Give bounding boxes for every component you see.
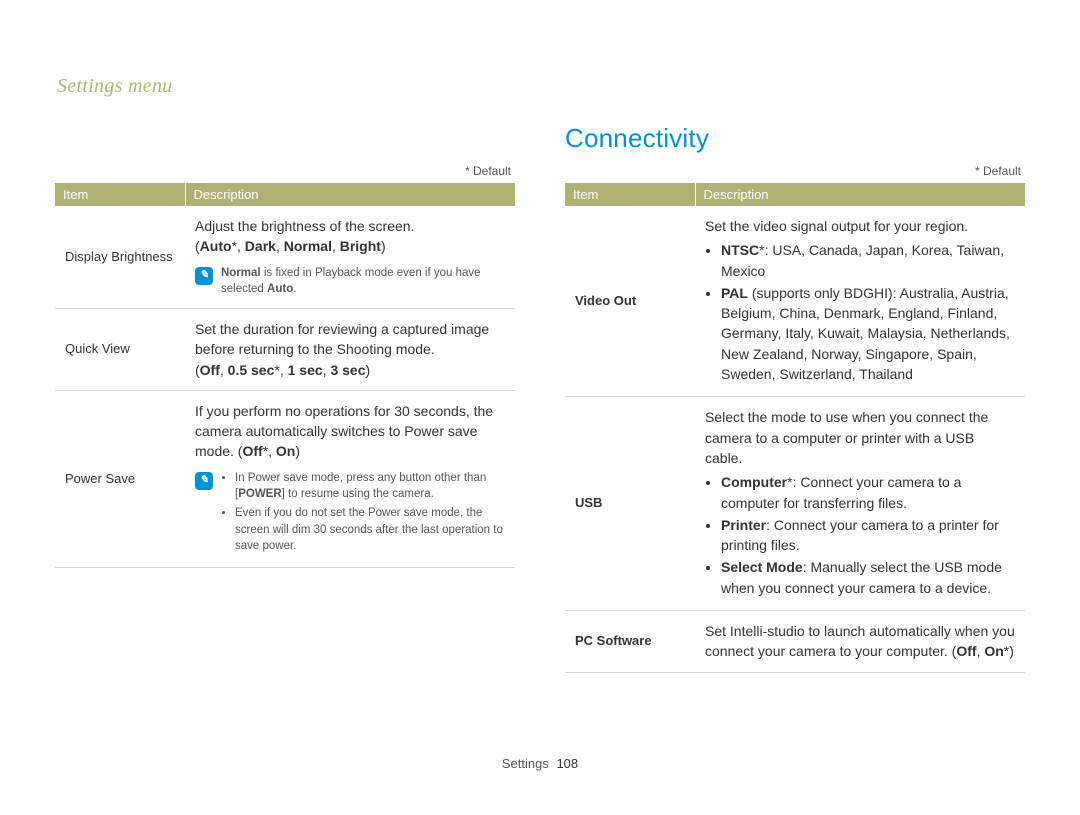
section-title: Connectivity [565,123,1025,154]
footer-page-number: 108 [556,756,578,771]
row-item: Quick View [55,308,185,390]
row-description: If you perform no operations for 30 seco… [185,390,515,567]
row-description: Set Intelli-studio to launch automatical… [695,611,1025,673]
note-text: In Power save mode, press any button oth… [221,470,505,557]
row-description: Adjust the brightness of the screen.(Aut… [185,206,515,308]
col-right: Connectivity * Default Item Description … [565,123,1025,673]
row-item: Power Save [55,390,185,567]
settings-table-left: Item Description Display BrightnessAdjus… [55,183,515,568]
th-item: Item [565,183,695,206]
table-header-row: Item Description [565,183,1025,206]
row-description: Set the video signal output for your reg… [695,206,1025,397]
note-text: Normal is fixed in Playback mode even if… [221,265,505,298]
th-item: Item [55,183,185,206]
row-description: Set the duration for reviewing a capture… [185,308,515,390]
row-item: USB [565,397,695,611]
note-icon: ✎ [195,267,213,285]
settings-table-right: Item Description Video OutSet the video … [565,183,1025,673]
manual-page: Settings menu * Default Item Description… [0,0,1080,815]
row-description: Select the mode to use when you connect … [695,397,1025,611]
row-item: Video Out [565,206,695,397]
row-item: Display Brightness [55,206,185,308]
col-left: * Default Item Description Display Brigh… [55,123,515,673]
table-row: USBSelect the mode to use when you conne… [565,397,1025,611]
table-row: Power SaveIf you perform no operations f… [55,390,515,567]
table-row: Video OutSet the video signal output for… [565,206,1025,397]
th-description: Description [695,183,1025,206]
breadcrumb: Settings menu [57,75,1025,98]
footer-section: Settings [502,756,549,771]
table-row: Display BrightnessAdjust the brightness … [55,206,515,308]
row-item: PC Software [565,611,695,673]
note-icon: ✎ [195,472,213,490]
default-note-left: * Default [55,164,515,183]
default-note-right: * Default [565,164,1025,183]
table-header-row: Item Description [55,183,515,206]
page-footer: Settings 108 [0,756,1080,771]
table-row: PC SoftwareSet Intelli-studio to launch … [565,611,1025,673]
th-description: Description [185,183,515,206]
page-columns: * Default Item Description Display Brigh… [55,123,1025,673]
table-row: Quick ViewSet the duration for reviewing… [55,308,515,390]
